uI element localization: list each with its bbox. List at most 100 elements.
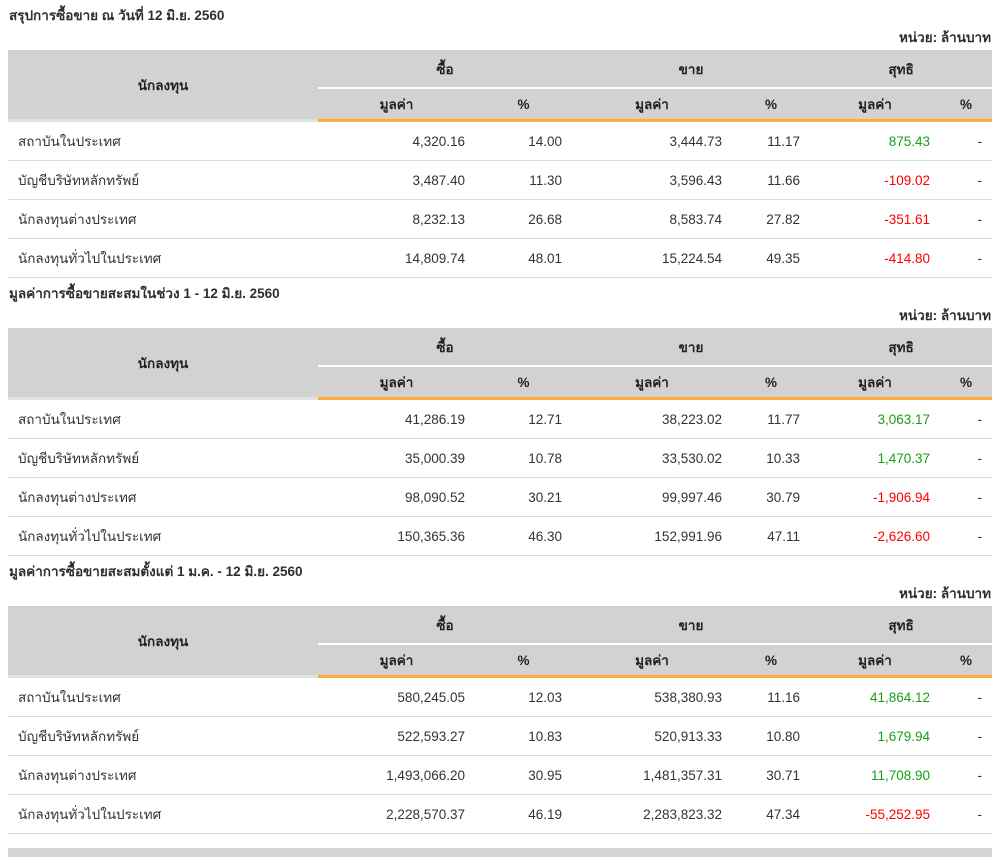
header-investor: นักลงทุน — [8, 50, 318, 122]
header-net-group: สุทธิ — [810, 50, 993, 88]
buy-percent: 10.83 — [475, 716, 572, 756]
buy-value: 1,493,066.20 — [318, 755, 475, 795]
section-title: มูลค่าการซื้อขายสะสมตั้งแต่ 1 ม.ค. - 12 … — [9, 564, 303, 579]
header-investor: นักลงทุน — [8, 328, 318, 400]
investor-name: นักลงทุนต่างประเทศ — [8, 477, 318, 517]
net-value: 11,708.90 — [810, 755, 941, 795]
net-percent: - — [940, 716, 993, 756]
header-sell-group: ขาย — [572, 50, 811, 88]
section-title: มูลค่าการซื้อขายสะสมในช่วง 1 - 12 มิ.ย. … — [9, 286, 280, 301]
net-percent: - — [940, 160, 993, 200]
sell-percent: 49.35 — [732, 238, 811, 278]
header-sell-value: มูลค่า — [572, 87, 732, 122]
buy-value: 98,090.52 — [318, 477, 475, 517]
net-value: -2,626.60 — [810, 516, 941, 556]
sell-value: 3,596.43 — [572, 160, 732, 200]
table-row: นักลงทุนต่างประเทศ 98,090.52 30.21 99,99… — [8, 477, 993, 517]
investor-name: สถาบันในประเทศ — [8, 676, 318, 717]
header-buy-group: ซื้อ — [318, 328, 572, 366]
table-row: บัญชีบริษัทหลักทรัพย์ 35,000.39 10.78 33… — [8, 438, 993, 478]
net-percent: - — [940, 477, 993, 517]
table-row: นักลงทุนต่างประเทศ 1,493,066.20 30.95 1,… — [8, 755, 993, 795]
net-percent: - — [940, 438, 993, 478]
buy-percent: 46.30 — [475, 516, 572, 556]
sell-percent: 11.77 — [732, 398, 811, 439]
sell-value: 3,444.73 — [572, 120, 732, 161]
header-buy-percent: % — [475, 87, 572, 122]
buy-percent: 12.71 — [475, 398, 572, 439]
unit-label: หน่วย: ล้านบาท — [899, 308, 991, 323]
table-row: สถาบันในประเทศ 4,320.16 14.00 3,444.73 1… — [8, 120, 993, 161]
sell-percent: 47.11 — [732, 516, 811, 556]
buy-percent: 12.03 — [475, 676, 572, 717]
header-buy-value: มูลค่า — [318, 87, 475, 122]
header-buy-value: มูลค่า — [318, 365, 475, 400]
investor-name: นักลงทุนต่างประเทศ — [8, 199, 318, 239]
investor-name: สถาบันในประเทศ — [8, 120, 318, 161]
buy-value: 150,365.36 — [318, 516, 475, 556]
buy-percent: 10.78 — [475, 438, 572, 478]
header-sell-percent: % — [732, 87, 811, 122]
net-value: -1,906.94 — [810, 477, 941, 517]
investor-name: นักลงทุนทั่วไปในประเทศ — [8, 794, 318, 834]
buy-value: 8,232.13 — [318, 199, 475, 239]
header-net-group: สุทธิ — [810, 328, 993, 366]
sell-value: 1,481,357.31 — [572, 755, 732, 795]
table-row: นักลงทุนทั่วไปในประเทศ 14,809.74 48.01 1… — [8, 238, 993, 278]
header-net-group: สุทธิ — [810, 606, 993, 644]
sell-value: 152,991.96 — [572, 516, 732, 556]
header-group-row: นักลงทุน ซื้อ ขาย สุทธิ — [8, 50, 993, 122]
net-value: -55,252.95 — [810, 794, 941, 834]
buy-value: 2,228,570.37 — [318, 794, 475, 834]
table-row: บัญชีบริษัทหลักทรัพย์ 522,593.27 10.83 5… — [8, 716, 993, 756]
net-percent: - — [940, 755, 993, 795]
buy-value: 522,593.27 — [318, 716, 475, 756]
buy-percent: 11.30 — [475, 160, 572, 200]
sell-value: 15,224.54 — [572, 238, 732, 278]
table-row: นักลงทุนทั่วไปในประเทศ 2,228,570.37 46.1… — [8, 794, 993, 834]
net-value: 875.43 — [810, 120, 941, 161]
sell-value: 99,997.46 — [572, 477, 732, 517]
unit-label: หน่วย: ล้านบาท — [899, 586, 991, 601]
buy-value: 4,320.16 — [318, 120, 475, 161]
header-sell-group: ขาย — [572, 606, 811, 644]
net-percent: - — [940, 120, 993, 161]
sell-value: 520,913.33 — [572, 716, 732, 756]
sell-value: 2,283,823.32 — [572, 794, 732, 834]
table-row: สถาบันในประเทศ 580,245.05 12.03 538,380.… — [8, 676, 993, 717]
header-net-percent: % — [940, 643, 993, 678]
investor-name: สถาบันในประเทศ — [8, 398, 318, 439]
sell-value: 33,530.02 — [572, 438, 732, 478]
buy-percent: 26.68 — [475, 199, 572, 239]
sell-percent: 30.71 — [732, 755, 811, 795]
sell-percent: 30.79 — [732, 477, 811, 517]
net-percent: - — [940, 238, 993, 278]
net-percent: - — [940, 794, 993, 834]
net-value: 1,679.94 — [810, 716, 941, 756]
buy-value: 14,809.74 — [318, 238, 475, 278]
sell-percent: 10.33 — [732, 438, 811, 478]
daily-summary-section: สรุปการซื้อขาย ณ วันที่ 12 มิ.ย. 2560 หน… — [8, 0, 993, 278]
header-net-value: มูลค่า — [810, 643, 941, 678]
net-percent: - — [940, 516, 993, 556]
investor-name: นักลงทุนต่างประเทศ — [8, 755, 318, 795]
sell-value: 8,583.74 — [572, 199, 732, 239]
investor-name: บัญชีบริษัทหลักทรัพย์ — [8, 160, 318, 200]
investor-table-daily: นักลงทุน ซื้อ ขาย สุทธิ มูลค่า % มูลค่า … — [8, 50, 993, 278]
net-value: 1,470.37 — [810, 438, 941, 478]
table-row: นักลงทุนต่างประเทศ 8,232.13 26.68 8,583.… — [8, 199, 993, 239]
next-table-header-partial — [8, 848, 992, 857]
sell-percent: 27.82 — [732, 199, 811, 239]
net-percent: - — [940, 199, 993, 239]
buy-value: 580,245.05 — [318, 676, 475, 717]
net-value: -414.80 — [810, 238, 941, 278]
section-title: สรุปการซื้อขาย ณ วันที่ 12 มิ.ย. 2560 — [9, 8, 225, 23]
buy-percent: 30.21 — [475, 477, 572, 517]
buy-value: 41,286.19 — [318, 398, 475, 439]
month-to-date-section: มูลค่าการซื้อขายสะสมในช่วง 1 - 12 มิ.ย. … — [8, 278, 993, 556]
net-value: 41,864.12 — [810, 676, 941, 717]
buy-value: 35,000.39 — [318, 438, 475, 478]
sell-percent: 11.16 — [732, 676, 811, 717]
header-net-percent: % — [940, 365, 993, 400]
investor-name: นักลงทุนทั่วไปในประเทศ — [8, 516, 318, 556]
